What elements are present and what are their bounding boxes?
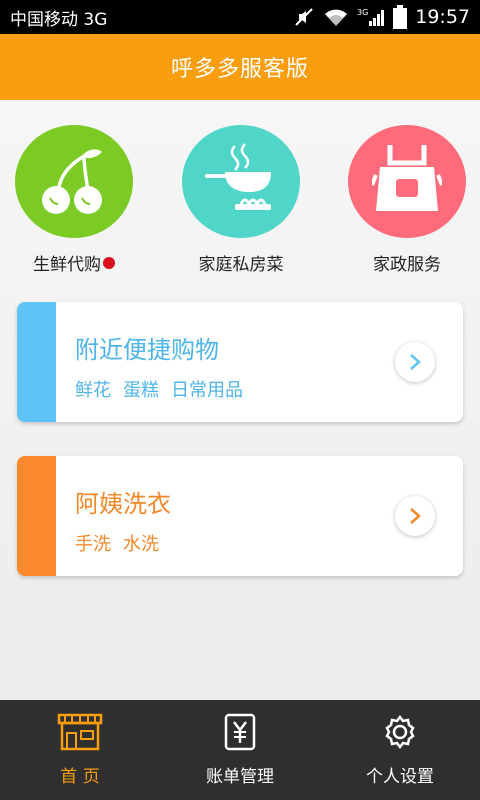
apron-icon [370, 141, 444, 223]
card-title: 阿姨洗衣 [75, 490, 171, 518]
category-housekeeping[interactable]: 家政服务 [347, 125, 467, 275]
clock: 19:57 [415, 6, 470, 28]
battery-icon [393, 5, 408, 29]
nav-item-home[interactable]: 首 页 [0, 700, 160, 800]
card-nearby-shopping[interactable]: 附近便捷购物 鲜花 蛋糕 日常用品 [17, 302, 463, 422]
status-icons: 3G 19:57 [293, 5, 470, 29]
category-label-row: 家政服务 [373, 250, 441, 275]
carrier-label: 中国移动 3G [10, 9, 108, 30]
category-circle [15, 125, 133, 238]
nav-item-settings[interactable]: 个人设置 [320, 700, 480, 800]
wifi-icon [323, 6, 349, 28]
category-label-row: 生鲜代购 [33, 250, 115, 275]
chevron-right-icon[interactable] [395, 342, 435, 382]
category-label: 家庭私房菜 [198, 255, 284, 275]
card-tags: 鲜花 蛋糕 日常用品 [75, 376, 243, 402]
card-laundry[interactable]: 阿姨洗衣 手洗 水洗 [17, 456, 463, 576]
main-content: 生鲜代购 家庭私房菜 家政服务 附近便捷购物 鲜花 蛋糕 日常用品 阿姨洗衣 手… [0, 100, 480, 700]
gear-icon [382, 712, 418, 752]
card-tags: 手洗 水洗 [75, 530, 159, 556]
card-title: 附近便捷购物 [75, 336, 219, 364]
signal-icon: 3G [357, 6, 385, 28]
category-circle [182, 125, 300, 238]
page-title: 呼多多服客版 [170, 57, 309, 82]
cherry-icon [36, 142, 112, 222]
category-label: 生鲜代购 [33, 255, 101, 275]
card-tag: 日常用品 [171, 380, 243, 401]
category-row: 生鲜代购 家庭私房菜 家政服务 [0, 125, 480, 280]
category-fresh-shopping[interactable]: 生鲜代购 [14, 125, 134, 275]
cooking-pan-icon [201, 140, 281, 224]
bill-yen-icon [224, 712, 256, 752]
card-tag: 水洗 [123, 534, 159, 555]
status-bar: 中国移动 3G 3G 19:57 [0, 0, 480, 34]
card-tag: 鲜花 [75, 380, 111, 401]
card-stripe [17, 456, 56, 576]
nav-item-bills[interactable]: 账单管理 [160, 700, 320, 800]
nav-label: 账单管理 [206, 767, 274, 787]
category-label: 家政服务 [373, 255, 441, 275]
store-icon [57, 712, 103, 752]
nav-label: 个人设置 [366, 767, 434, 787]
network-type-label: 3G [357, 8, 368, 17]
notification-dot [103, 256, 115, 269]
nav-label: 首 页 [60, 767, 100, 787]
app-header: 呼多多服客版 [0, 34, 480, 100]
card-tag: 手洗 [75, 534, 111, 555]
category-label-row: 家庭私房菜 [199, 250, 284, 275]
chevron-right-icon[interactable] [395, 496, 435, 536]
card-stripe [17, 302, 56, 422]
bottom-nav: 首 页 账单管理 个人设置 [0, 700, 480, 800]
card-tag: 蛋糕 [123, 380, 159, 401]
mute-icon [293, 6, 315, 28]
category-circle [348, 125, 466, 238]
category-home-cooking[interactable]: 家庭私房菜 [181, 125, 301, 275]
